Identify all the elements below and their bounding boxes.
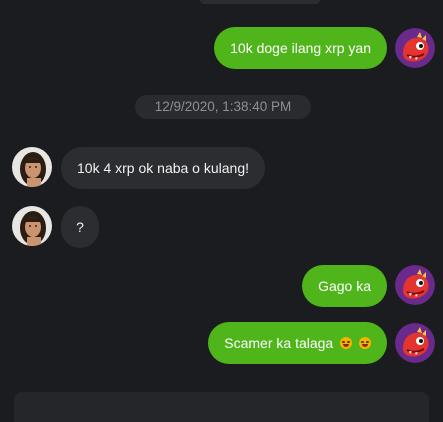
profile-photo-icon [12, 206, 52, 246]
dinosaur-icon [395, 323, 435, 363]
message-text: 10k 4 xrp ok naba o kulang! [77, 160, 250, 176]
message-composer [0, 380, 443, 422]
dinosaur-icon [395, 28, 435, 68]
profile-photo-icon [12, 147, 52, 187]
message-text: ? [76, 219, 84, 235]
message-text: Scamer ka talaga [224, 335, 334, 351]
incoming-message-bubble[interactable]: ? [61, 206, 99, 248]
red-dinosaur-avatar[interactable] [395, 323, 435, 363]
woman-photo-avatar[interactable] [12, 206, 52, 246]
grinning-sweat-emoji-icon [340, 337, 353, 349]
woman-photo-avatar[interactable] [12, 147, 52, 187]
message-text: Gago ka [318, 278, 371, 294]
grinning-sweat-emoji-icon [359, 337, 371, 349]
chat-thread[interactable]: 10k doge ilang xrp yan 12/9/2020, 1:38:4… [0, 0, 443, 400]
dinosaur-icon [395, 265, 435, 305]
message-input[interactable] [14, 392, 429, 422]
message-timestamp: 12/9/2020, 1:38:40 PM [135, 95, 311, 119]
incoming-message-bubble[interactable]: 10k 4 xrp ok naba o kulang! [61, 147, 266, 189]
outgoing-message-bubble[interactable]: 10k doge ilang xrp yan [214, 27, 387, 69]
message-text: 10k doge ilang xrp yan [230, 40, 371, 56]
outgoing-message-bubble[interactable]: Gago ka [302, 265, 387, 307]
red-dinosaur-avatar[interactable] [395, 265, 435, 305]
red-dinosaur-avatar[interactable] [395, 28, 435, 68]
outgoing-message-bubble[interactable]: Scamer ka talaga [208, 322, 387, 364]
